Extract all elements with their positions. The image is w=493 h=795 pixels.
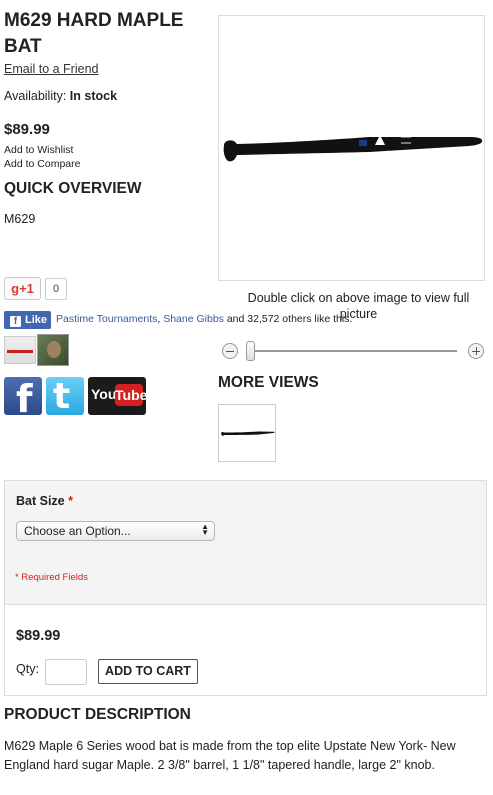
thumbnail-image[interactable] — [218, 404, 276, 462]
add-to-cart-button[interactable]: Add to Cart — [98, 659, 198, 684]
google-plus-button[interactable]: g+1 — [4, 277, 41, 300]
fb-friend-link[interactable]: Pastime Tournaments — [56, 313, 157, 325]
product-description-text: M629 Maple 6 Series wood bat is made fro… — [4, 739, 456, 772]
availability-label: Availability: — [4, 89, 67, 103]
fb-separator: , — [157, 313, 161, 325]
bat-size-text: Bat Size — [16, 494, 65, 508]
product-image[interactable] — [218, 15, 485, 281]
twitter-icon[interactable]: t — [46, 377, 84, 415]
youtube-tube-text: Tube — [115, 384, 147, 406]
zoom-out-icon[interactable] — [222, 343, 238, 359]
add-to-wishlist-link[interactable]: Add to Wishlist — [4, 144, 73, 156]
zoom-in-icon[interactable] — [468, 343, 484, 359]
bat-size-select[interactable]: Choose an Option... ▲ ▼ — [16, 521, 215, 541]
facebook-like-button[interactable]: f Like — [4, 311, 51, 329]
bat-thumbnail-icon — [221, 431, 275, 436]
fb-friend-link[interactable]: Shane Gibbs — [163, 313, 224, 325]
youtube-icon[interactable]: You Tube — [88, 377, 147, 415]
product-description-heading: Product Description — [4, 706, 191, 723]
google-plus-label: +1 — [19, 281, 34, 296]
avatar[interactable] — [4, 336, 36, 364]
product-price: $89.99 — [4, 121, 50, 138]
availability-value: In stock — [69, 89, 118, 103]
product-options: Bat Size * Choose an Option... ▲ ▼ * Requ… — [4, 480, 487, 605]
add-to-cart-box: $89.99 Qty: Add to Cart — [4, 604, 487, 696]
zoom-slider-track[interactable] — [246, 350, 457, 352]
required-fields-note: * Required Fields — [15, 572, 88, 583]
email-friend-link[interactable]: Email to a Friend — [4, 62, 98, 76]
bat-size-label: Bat Size * — [16, 494, 73, 508]
select-arrows-icon: ▲ ▼ — [201, 522, 209, 537]
facebook-icon[interactable]: f — [4, 377, 42, 415]
image-zoom-hint: Double click on above image to view full… — [247, 291, 470, 321]
more-views-heading: More Views — [218, 374, 319, 391]
zoom-slider-handle[interactable] — [246, 341, 255, 361]
quick-overview-text: M629 — [4, 212, 36, 226]
youtube-you-text: You — [91, 386, 117, 402]
qty-input[interactable] — [45, 659, 87, 685]
bat-size-selected: Choose an Option... — [24, 524, 131, 538]
qty-label: Qty: — [16, 662, 39, 676]
availability: Availability: In stock — [4, 89, 117, 103]
facebook-small-icon: f — [10, 316, 21, 327]
google-plus-count: 0 — [45, 278, 67, 300]
avatar[interactable] — [37, 334, 69, 366]
google-plus-icon: g — [11, 281, 20, 296]
facebook-like-label: Like — [25, 314, 48, 326]
add-to-compare-link[interactable]: Add to Compare — [4, 158, 80, 170]
quick-overview-heading: Quick Overview — [4, 180, 142, 197]
required-mark: * — [68, 494, 73, 508]
cart-price: $89.99 — [16, 628, 61, 644]
product-title: M629 Hard Maple Bat — [4, 10, 184, 57]
bat-image — [223, 135, 483, 162]
